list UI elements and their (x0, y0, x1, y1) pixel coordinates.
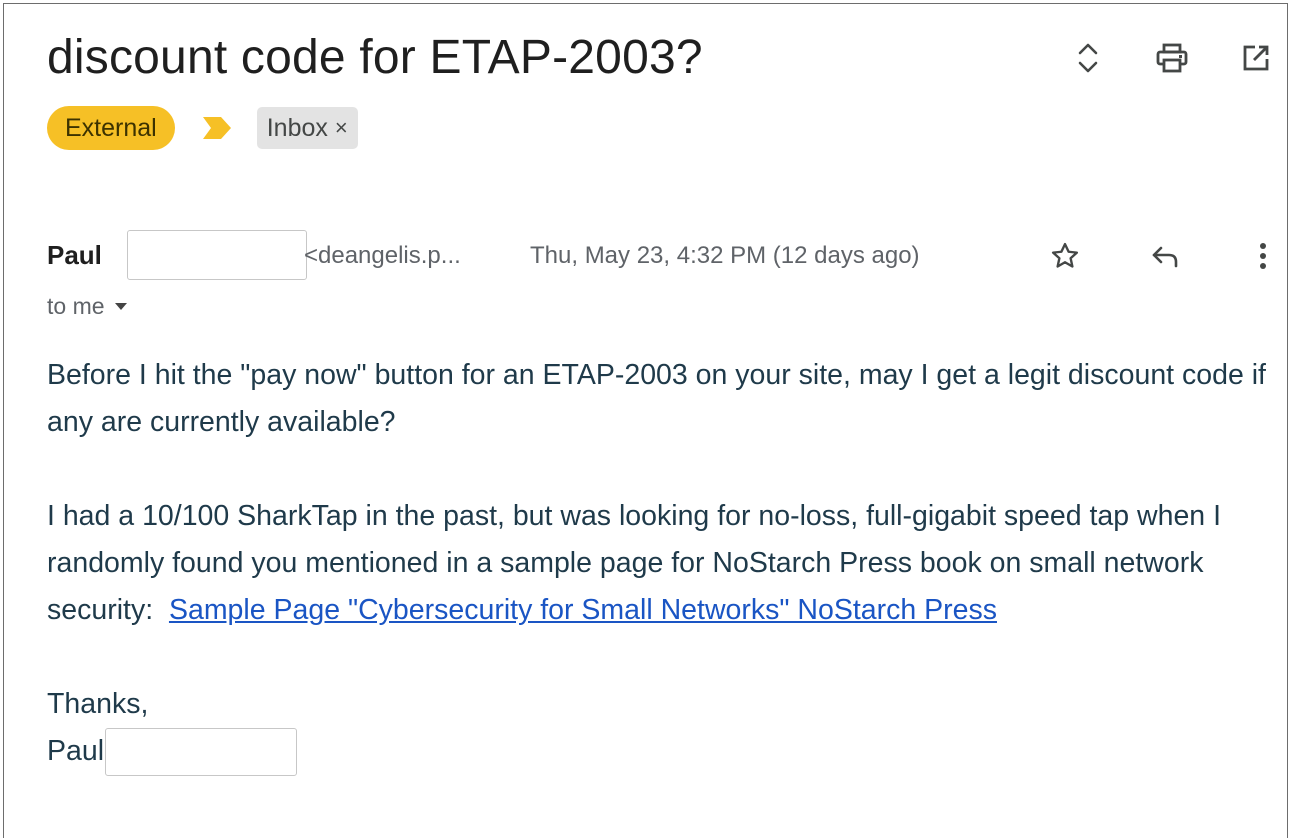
recipient-text: to me (47, 293, 105, 319)
importance-marker-icon[interactable] (202, 117, 231, 139)
sender-email[interactable]: <deangelis.p... (304, 242, 461, 270)
sender-row: Paul <deangelis.p... Thu, May 23, 4:32 P… (47, 230, 1287, 280)
unfold-icon[interactable] (1068, 38, 1108, 78)
email-body: Before I hit the "pay now" button for an… (47, 352, 1287, 776)
star-icon[interactable] (1047, 238, 1083, 274)
label-row: External Inbox × (47, 106, 358, 150)
open-in-new-icon[interactable] (1236, 38, 1276, 78)
sent-date: Thu, May 23, 4:32 PM (12 days ago) (530, 242, 920, 269)
chevron-down-icon (114, 303, 127, 310)
reply-icon[interactable] (1147, 238, 1183, 274)
remove-label-button[interactable]: × (335, 107, 348, 149)
signature-name: Paul (47, 735, 105, 767)
inbox-label-text: Inbox (266, 114, 328, 142)
email-subject: discount code for ETAP-2003? (47, 31, 703, 84)
sample-page-link[interactable]: Sample Page "Cybersecurity for Small Net… (169, 594, 997, 626)
body-paragraph-2: I had a 10/100 SharkTap in the past, but… (47, 493, 1287, 634)
external-label-chip: External (47, 106, 175, 150)
recipient-details-toggle[interactable]: to me (47, 293, 127, 320)
more-vert-icon[interactable] (1245, 238, 1281, 274)
redacted-signature-surname (105, 728, 297, 776)
signoff: Thanks, (47, 688, 149, 720)
body-paragraph-1: Before I hit the "pay now" button for an… (47, 359, 1266, 438)
signature-line: Paul (47, 728, 1287, 776)
subject-toolbar (1068, 38, 1276, 78)
inbox-label-chip: Inbox × (256, 107, 358, 149)
redacted-surname (127, 230, 307, 280)
sender-name[interactable]: Paul (47, 240, 102, 271)
print-icon[interactable] (1152, 38, 1192, 78)
